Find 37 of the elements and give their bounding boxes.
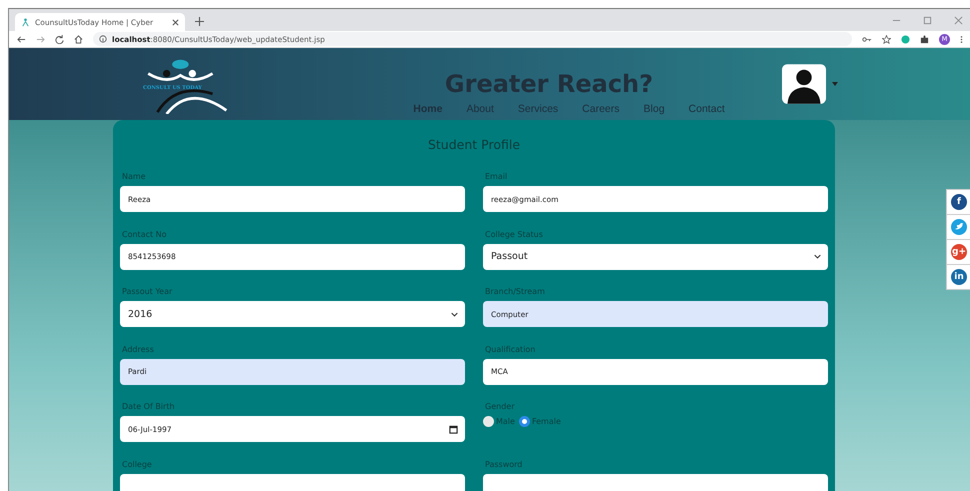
social-link[interactable]: in bbox=[951, 269, 967, 285]
field-label: Email bbox=[485, 171, 508, 183]
back-icon[interactable] bbox=[17, 34, 26, 44]
social-link[interactable]: g+ bbox=[951, 244, 967, 260]
star-icon[interactable] bbox=[882, 34, 891, 44]
maximize-icon[interactable] bbox=[923, 16, 932, 24]
home-icon[interactable] bbox=[74, 34, 83, 44]
page-heading: Greater Reach? bbox=[444, 70, 654, 98]
select-field[interactable]: Passout bbox=[483, 244, 828, 270]
reload-icon[interactable] bbox=[55, 34, 64, 44]
field-label: College Status bbox=[485, 228, 543, 240]
chevron-down-icon bbox=[451, 312, 458, 316]
field-label: College bbox=[122, 458, 152, 470]
field-label: Qualification bbox=[485, 344, 536, 356]
card-title: Student Profile bbox=[426, 136, 522, 154]
key-icon[interactable] bbox=[862, 36, 872, 42]
field-label: Gender bbox=[485, 401, 514, 413]
calendar-icon[interactable] bbox=[449, 424, 458, 434]
field-label: Passout Year bbox=[122, 286, 172, 298]
info-icon bbox=[99, 35, 107, 43]
bird-icon[interactable] bbox=[951, 219, 967, 235]
figure-icon bbox=[21, 18, 30, 26]
select-field[interactable]: 2016 bbox=[120, 301, 465, 327]
field-label: Date Of Birth bbox=[122, 401, 175, 413]
field-label: Password bbox=[485, 458, 522, 470]
menu-icon[interactable] bbox=[960, 34, 963, 44]
caret-icon[interactable] bbox=[832, 82, 838, 86]
field-label: Name bbox=[122, 171, 146, 183]
field-label: Contact No bbox=[122, 228, 167, 240]
chevron-down-icon bbox=[814, 254, 821, 259]
close-icon[interactable] bbox=[172, 18, 179, 26]
field-label: Address bbox=[122, 344, 154, 356]
social-link[interactable]: f bbox=[951, 194, 967, 210]
puzzle-icon[interactable] bbox=[920, 34, 929, 44]
new-tab-icon[interactable] bbox=[195, 17, 204, 26]
field-label: Branch/Stream bbox=[485, 286, 545, 298]
user-avatar-icon[interactable] bbox=[782, 64, 826, 104]
